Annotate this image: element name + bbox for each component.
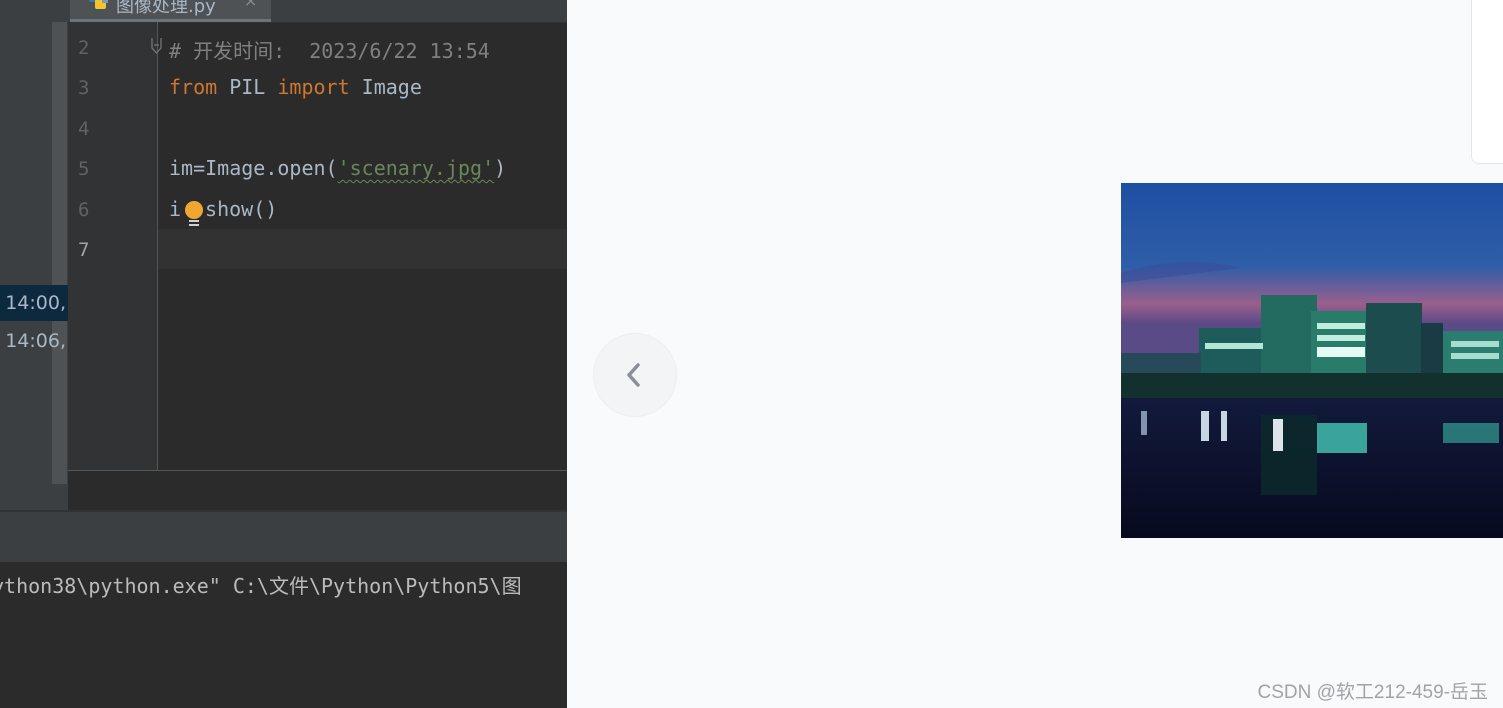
vcs-annotation-label: 2 14:00, — [0, 292, 66, 314]
side-panel-scrollbar[interactable] — [52, 22, 67, 484]
code-token: i — [169, 197, 182, 221]
keyword-token: import — [277, 75, 350, 99]
code-token: ) — [494, 156, 507, 180]
string-token: 'scenary.jpg' — [337, 156, 495, 180]
line-number: 4 — [78, 118, 90, 140]
close-icon[interactable]: × — [244, 0, 257, 10]
vcs-annotation-row[interactable]: 2 14:00, — [0, 285, 68, 321]
caret-row-highlight — [158, 229, 567, 269]
code-line-open[interactable]: im=Image.open('scenary.jpg') — [169, 156, 506, 180]
line-number: 3 — [78, 77, 90, 99]
watermark-text: CSDN @软工212-459-岳玉 — [1257, 682, 1488, 703]
code-token: im=Image.open( — [169, 156, 338, 180]
run-console-header — [0, 510, 567, 564]
chevron-left-icon — [627, 363, 640, 387]
intention-bulb-icon[interactable] — [183, 199, 205, 229]
code-line-import[interactable]: from PIL import Image — [169, 75, 422, 99]
python-file-icon — [89, 0, 108, 9]
editor-horizontal-scroll-area[interactable] — [68, 470, 567, 511]
line-number: 5 — [78, 158, 90, 180]
editor-tab[interactable]: 图像处理.py × — [70, 0, 271, 22]
code-token: show() — [205, 197, 278, 221]
floating-card — [1471, 0, 1503, 164]
editor-tab-label: 图像处理.py — [116, 0, 216, 17]
fold-icon[interactable] — [151, 38, 162, 54]
previous-image-button[interactable] — [593, 333, 677, 417]
line-number-current: 7 — [78, 239, 90, 261]
vcs-annotation-label: 14:06, — [5, 330, 66, 352]
line-number: 6 — [78, 199, 90, 221]
vcs-annotation-row[interactable]: 14:06, — [0, 323, 68, 359]
run-console[interactable]: ython38\python.exe" C:\文件\Python\Python5… — [0, 562, 567, 708]
keyword-token: from — [169, 75, 218, 99]
console-output-line: ython38\python.exe" C:\文件\Python\Python5… — [0, 574, 522, 598]
module-token: PIL — [217, 75, 278, 99]
editor-tab-bar: 图像处理.py × — [68, 0, 567, 23]
code-line-comment[interactable]: # 开发时间: 2023/6/22 13:54 — [169, 35, 490, 64]
ide-window: 2 14:00, 14:06, 图像处理.py × 2 3 4 5 6 7 # … — [0, 0, 567, 708]
name-token: Image — [349, 75, 422, 99]
line-number: 2 — [78, 37, 90, 59]
scenery-photo — [1121, 183, 1503, 538]
image-viewer: CSDN @软工212-459-岳玉 — [567, 0, 1503, 708]
